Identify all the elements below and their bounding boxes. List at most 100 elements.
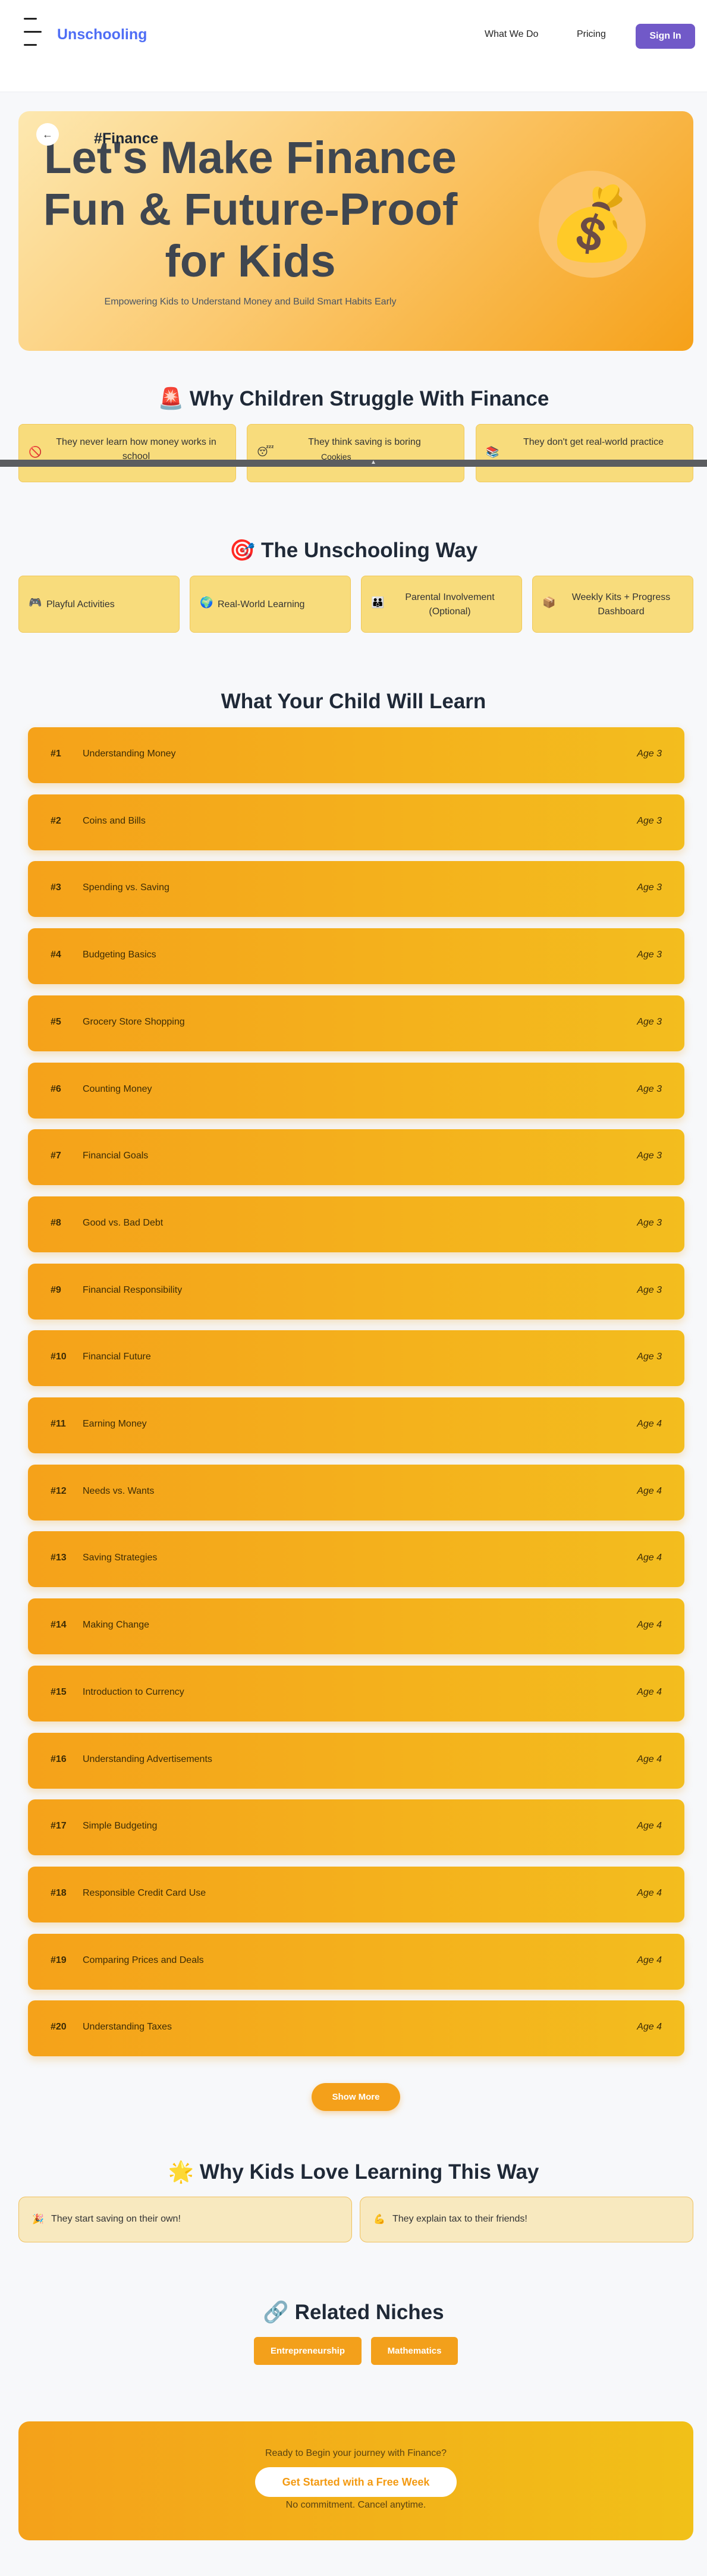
lesson-row[interactable]: #7 Financial Goals Age 3: [28, 1129, 684, 1186]
lesson-row[interactable]: #2 Coins and Bills Age 3: [28, 794, 684, 850]
lesson-number: #19: [51, 1955, 67, 1965]
lesson-number: #10: [51, 1352, 67, 1362]
lesson-row[interactable]: #8 Good vs. Bad Debt Age 3: [28, 1196, 684, 1252]
lesson-row[interactable]: #16 Understanding Advertisements Age 4: [28, 1732, 684, 1789]
related-niche-entrepreneurship[interactable]: Entrepreneurship: [254, 2337, 362, 2365]
way-card: 📦 Weekly Kits + Progress Dashboard: [532, 576, 693, 633]
nav-link-pricing[interactable]: Pricing: [577, 29, 606, 40]
game-controller-icon: 🎮: [29, 596, 42, 608]
top-navbar: Unschooling What We Do Pricing Sign In: [0, 0, 707, 92]
chevron-up-icon[interactable]: ▲: [370, 459, 376, 466]
lesson-age: Age 4: [637, 1754, 662, 1764]
lesson-row[interactable]: #11 Earning Money Age 4: [28, 1397, 684, 1453]
way-card: 🌍 Real-World Learning: [190, 576, 351, 633]
struggle-card: 📚 They don't get real-world practice: [476, 424, 693, 482]
party-popper-icon: 🎉: [32, 2214, 44, 2225]
money-bag-icon: 💰: [539, 171, 646, 278]
lesson-age: Age 4: [637, 1821, 662, 1832]
learn-section-title: What Your Child Will Learn: [221, 690, 486, 713]
hero-tag: #Finance: [94, 130, 159, 147]
brand-logo[interactable]: Unschooling: [57, 26, 147, 43]
way-card: 👪 Parental Involvement (Optional): [361, 576, 522, 633]
lesson-age: Age 3: [637, 1284, 662, 1295]
hero-subtitle: Empowering Kids to Understand Money and …: [104, 297, 397, 307]
lesson-age: Age 4: [637, 1887, 662, 1898]
related-section-title: 🔗 Related Niches: [263, 2301, 444, 2324]
struggle-card-text: They think saving is boring: [308, 437, 421, 447]
struggle-section-title: 🚨 Why Children Struggle With Finance: [158, 387, 549, 410]
hero-banner: Let's Make Finance Fun & Future-Proof fo…: [18, 111, 693, 351]
lesson-name: Spending vs. Saving: [83, 882, 169, 893]
lesson-name: Earning Money: [83, 1419, 147, 1429]
lesson-row[interactable]: #15 Introduction to Currency Age 4: [28, 1665, 684, 1721]
lesson-number: #13: [51, 1553, 67, 1563]
sign-in-button[interactable]: Sign In: [636, 24, 695, 49]
lesson-number: #1: [51, 749, 61, 759]
lesson-age: Age 4: [637, 1553, 662, 1563]
family-icon: 👪: [371, 596, 385, 608]
lesson-row[interactable]: #9 Financial Responsibility Age 3: [28, 1263, 684, 1320]
lesson-age: Age 3: [637, 815, 662, 826]
lesson-age: Age 4: [637, 1419, 662, 1429]
back-arrow-icon[interactable]: ←: [36, 123, 59, 146]
lesson-name: Understanding Money: [83, 749, 176, 759]
cookie-banner-collapsed[interactable]: [0, 460, 707, 467]
lesson-row[interactable]: #20 Understanding Taxes Age 4: [28, 2000, 684, 2057]
struggle-card-text: They don't get real-world practice: [523, 437, 664, 447]
lesson-number: #7: [51, 1151, 61, 1161]
globe-icon: 🌍: [200, 596, 213, 608]
show-more-button[interactable]: Show More: [312, 2083, 400, 2111]
lesson-name: Good vs. Bad Debt: [83, 1217, 164, 1228]
lesson-number: #11: [51, 1419, 66, 1429]
lesson-row[interactable]: #5 Grocery Store Shopping Age 3: [28, 995, 684, 1051]
lesson-age: Age 3: [637, 1151, 662, 1161]
lesson-age: Age 4: [637, 1485, 662, 1496]
lesson-row[interactable]: #6 Counting Money Age 3: [28, 1062, 684, 1119]
get-started-button[interactable]: Get Started with a Free Week: [255, 2467, 457, 2497]
lesson-name: Saving Strategies: [83, 1553, 158, 1563]
sleepy-face-icon: 😴: [257, 446, 274, 458]
lesson-row[interactable]: #12 Needs vs. Wants Age 4: [28, 1464, 684, 1521]
lesson-number: #6: [51, 1083, 61, 1094]
lesson-row[interactable]: #17 Simple Budgeting Age 4: [28, 1799, 684, 1856]
lesson-name: Counting Money: [83, 1083, 152, 1094]
lesson-name: Simple Budgeting: [83, 1821, 158, 1832]
lesson-name: Responsible Credit Card Use: [83, 1887, 206, 1898]
lesson-age: Age 4: [637, 1686, 662, 1697]
lesson-row[interactable]: #3 Spending vs. Saving Age 3: [28, 861, 684, 918]
flexed-arm-icon: 💪: [373, 2214, 385, 2225]
nav-link-what-we-do[interactable]: What We Do: [485, 29, 538, 40]
struggle-card: 😴 They think saving is boring: [247, 424, 464, 482]
way-section-title: 🎯 The Unschooling Way: [229, 539, 478, 562]
lesson-number: #8: [51, 1217, 61, 1228]
cookie-banner-label[interactable]: Cookies: [321, 452, 351, 461]
related-niche-mathematics[interactable]: Mathematics: [371, 2337, 458, 2365]
lesson-name: Comparing Prices and Deals: [83, 1955, 204, 1965]
way-card-text: Weekly Kits + Progress Dashboard: [571, 592, 671, 617]
lesson-age: Age 3: [637, 950, 662, 960]
lesson-number: #3: [51, 882, 61, 893]
lesson-name: Understanding Advertisements: [83, 1754, 212, 1764]
lesson-number: #17: [51, 1821, 67, 1832]
lesson-row[interactable]: #18 Responsible Credit Card Use Age 4: [28, 1866, 684, 1922]
lesson-age: Age 3: [637, 1016, 662, 1027]
lesson-name: Budgeting Basics: [83, 950, 156, 960]
lesson-row[interactable]: #14 Making Change Age 4: [28, 1598, 684, 1655]
lesson-row[interactable]: #10 Financial Future Age 3: [28, 1330, 684, 1387]
lesson-row[interactable]: #13 Saving Strategies Age 4: [28, 1531, 684, 1588]
lesson-row[interactable]: #1 Understanding Money Age 3: [28, 727, 684, 783]
lesson-age: Age 3: [637, 1083, 662, 1094]
lesson-age: Age 3: [637, 1217, 662, 1228]
lesson-row[interactable]: #19 Comparing Prices and Deals Age 4: [28, 1933, 684, 1990]
lesson-row[interactable]: #4 Budgeting Basics Age 3: [28, 928, 684, 985]
lesson-name: Financial Goals: [83, 1151, 149, 1161]
lesson-age: Age 3: [637, 749, 662, 759]
books-icon: 📚: [486, 446, 499, 458]
lesson-number: #15: [51, 1686, 67, 1697]
lesson-number: #4: [51, 950, 61, 960]
lesson-name: Needs vs. Wants: [83, 1485, 155, 1496]
testimonial-card: 🎉 They start saving on their own!: [18, 2197, 352, 2242]
lesson-age: Age 3: [637, 882, 662, 893]
struggle-card: 🚫 They never learn how money works in sc…: [18, 424, 236, 482]
hamburger-menu-icon[interactable]: [24, 14, 42, 50]
